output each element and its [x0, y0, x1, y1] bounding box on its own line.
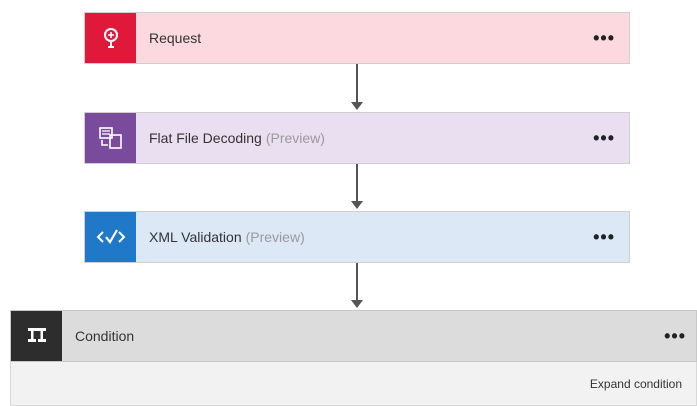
request-icon — [85, 13, 136, 63]
flat-file-more-button[interactable]: ••• — [593, 129, 615, 147]
connector-arrow — [351, 164, 363, 211]
flat-file-decoding-step-card[interactable]: Flat File Decoding (Preview) ••• — [84, 112, 630, 164]
xml-validation-more-button[interactable]: ••• — [593, 228, 615, 246]
xml-validation-icon — [85, 212, 136, 262]
xml-validation-step-label: XML Validation (Preview) — [149, 229, 305, 245]
condition-more-button[interactable]: ••• — [664, 327, 686, 345]
condition-card[interactable]: Condition ••• Expand condition — [10, 310, 697, 406]
request-step-label: Request — [149, 30, 202, 46]
expand-condition-link[interactable]: Expand condition — [590, 377, 682, 391]
flat-file-decoding-step-label: Flat File Decoding (Preview) — [149, 130, 325, 146]
flat-file-icon — [85, 113, 136, 163]
request-step-card[interactable]: Request ••• — [84, 12, 630, 64]
connector-arrow — [351, 263, 363, 310]
condition-icon — [11, 311, 62, 361]
condition-header[interactable]: Condition ••• — [10, 310, 697, 362]
connector-arrow — [351, 64, 363, 112]
xml-validation-step-card[interactable]: XML Validation (Preview) ••• — [84, 211, 630, 263]
request-more-button[interactable]: ••• — [593, 29, 615, 47]
condition-label: Condition — [75, 328, 135, 344]
condition-body: Expand condition — [10, 362, 697, 406]
